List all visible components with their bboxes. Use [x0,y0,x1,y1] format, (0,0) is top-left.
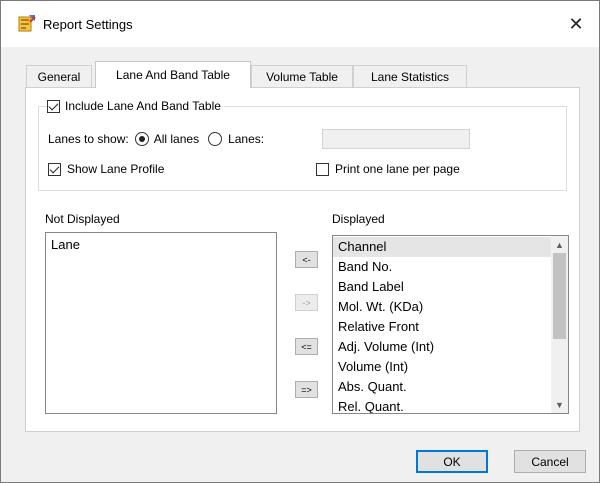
title-bar: Report Settings ✕ [1,1,599,47]
list-item[interactable]: Abs. Quant. [333,377,552,397]
list-item[interactable]: Rel. Quant. [333,397,552,413]
not-displayed-list[interactable]: Lane [45,232,277,414]
tab-lane-and-band-table[interactable]: Lane And Band Table [95,61,251,88]
list-item[interactable]: Adj. Volume (Int) [333,337,552,357]
show-lane-profile-checkbox[interactable] [48,162,61,176]
lane-and-band-panel: Include Lane And Band Table Lanes to sho… [25,87,580,432]
not-displayed-label: Not Displayed [45,212,120,226]
lanes-to-show-label: Lanes to show: [48,132,129,146]
lane-band-groupbox: Include Lane And Band Table Lanes to sho… [38,98,567,191]
list-item[interactable]: Relative Front [333,317,552,337]
list-item[interactable]: Channel [333,237,552,257]
tab-general[interactable]: General [26,65,92,87]
lanes-input[interactable] [322,129,470,149]
close-icon: ✕ [568,13,584,34]
move-left-button[interactable]: <- [295,251,318,268]
list-item[interactable]: Band No. [333,257,552,277]
displayed-list[interactable]: Channel Band No. Band Label Mol. Wt. (KD… [332,235,569,414]
show-lane-profile-option[interactable]: Show Lane Profile [48,162,164,176]
lanes-label: Lanes: [228,132,265,146]
scroll-thumb[interactable] [553,253,566,339]
displayed-label: Displayed [332,212,385,226]
print-one-lane-option[interactable]: Print one lane per page [316,162,460,176]
scroll-up-icon[interactable]: ▲ [551,236,568,253]
list-item[interactable]: Lane [46,235,276,255]
move-right-button[interactable]: -> [295,294,318,311]
all-lanes-label: All lanes [153,132,200,146]
print-one-lane-checkbox[interactable] [316,162,329,176]
include-table-checkbox[interactable] [47,99,60,113]
tab-strip: General Lane And Band Table Volume Table… [1,47,599,88]
ok-button[interactable]: OK [416,450,488,473]
list-item[interactable]: Volume (Int) [333,357,552,377]
show-lane-profile-label: Show Lane Profile [67,162,165,176]
list-item[interactable]: Band Label [333,277,552,297]
list-item[interactable]: Mol. Wt. (KDa) [333,297,552,317]
include-table-label: Include Lane And Band Table [65,99,221,113]
move-all-left-button[interactable]: <= [295,338,318,355]
app-icon [18,14,36,32]
include-table-option[interactable]: Include Lane And Band Table [47,98,224,114]
report-settings-dialog: Report Settings ✕ General Lane And Band … [0,0,600,483]
lanes-radio[interactable] [208,132,223,146]
lanes-to-show-row: Lanes to show: All lanes Lanes: [48,132,264,146]
tab-volume-table[interactable]: Volume Table [251,65,353,87]
scroll-down-icon[interactable]: ▼ [551,396,568,413]
cancel-button[interactable]: Cancel [514,450,586,473]
close-button[interactable]: ✕ [553,1,599,47]
tab-lane-statistics[interactable]: Lane Statistics [353,65,467,87]
print-one-lane-label: Print one lane per page [335,162,460,176]
displayed-list-scrollbar[interactable]: ▲ ▼ [551,236,568,413]
window-title: Report Settings [43,17,133,32]
all-lanes-radio[interactable] [134,132,149,146]
move-all-right-button[interactable]: => [295,381,318,398]
